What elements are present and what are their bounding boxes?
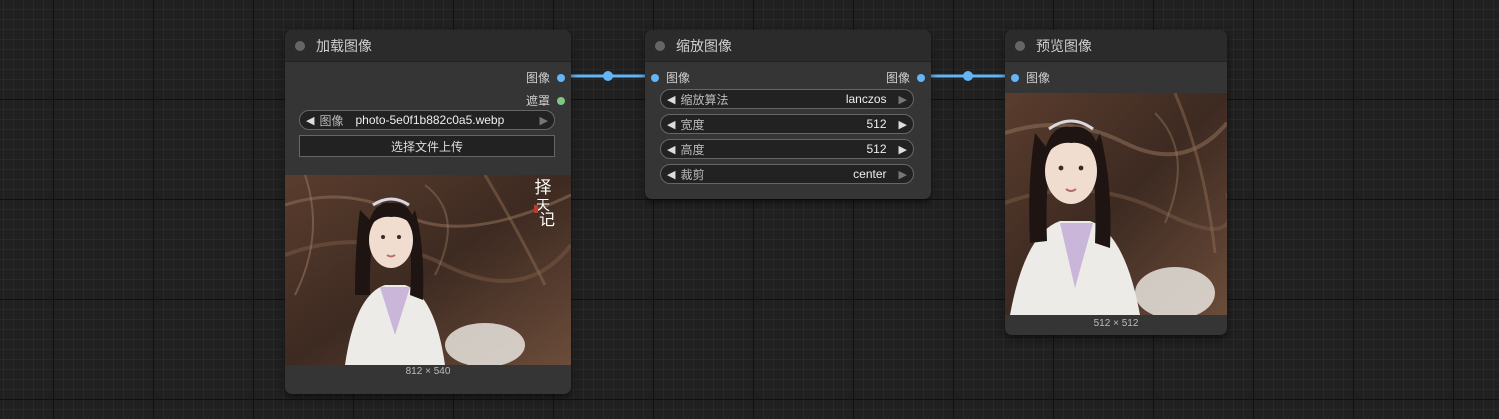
output-socket-image[interactable] (557, 73, 565, 82)
widget-value: photo-5e0f1b882c0a5.webp (355, 113, 505, 127)
link-midpoint-1[interactable] (603, 71, 613, 81)
input-socket-image[interactable] (1011, 73, 1019, 82)
image-size-caption: 812 × 540 (405, 366, 451, 377)
node-header[interactable]: 缩放图像 (645, 30, 931, 62)
loaded-image: 择 天 记 (285, 175, 571, 365)
widget-upscale-method[interactable]: ◀ 缩放算法 lanczos ▶ (660, 89, 914, 109)
output-label-mask: 遮罩 (525, 94, 550, 108)
output-slot-image[interactable]: 图像 (886, 69, 925, 86)
preview-image (1005, 93, 1227, 315)
widget-label: 裁剪 (680, 167, 705, 182)
photo-woman-in-white: 择 天 记 (285, 175, 571, 365)
image-select-widget[interactable]: ◀ 图像 photo-5e0f1b882c0a5.webp ▶ (299, 110, 555, 130)
node-title: 预览图像 (1036, 38, 1092, 55)
load-image-node[interactable]: 加载图像 图像 遮罩 ◀ 图像 photo-5e0f1b882c0a5.webp… (285, 30, 571, 394)
scale-image-node[interactable]: 缩放图像 图像 图像 ◀ 缩放算法 lanczos ▶ ◀ 宽度 512 ▶ ◀… (645, 30, 931, 199)
node-status-dot-icon[interactable] (1015, 40, 1025, 51)
arrow-left-icon[interactable]: ◀ (667, 143, 675, 156)
input-socket-image[interactable] (651, 73, 659, 82)
widget-label: 宽度 (680, 117, 705, 132)
widget-height[interactable]: ◀ 高度 512 ▶ (660, 139, 914, 159)
node-status-dot-icon[interactable] (655, 40, 665, 51)
arrow-left-icon[interactable]: ◀ (667, 118, 675, 131)
widget-crop[interactable]: ◀ 裁剪 center ▶ (660, 164, 914, 184)
preview-size-caption: 512 × 512 (1093, 318, 1139, 329)
arrow-right-icon[interactable]: ▶ (899, 168, 907, 181)
input-slot-image[interactable]: 图像 (1011, 69, 1050, 86)
arrow-left-icon[interactable]: ◀ (306, 114, 314, 127)
output-socket-image[interactable] (917, 73, 925, 82)
input-slot-image[interactable]: 图像 (651, 69, 690, 86)
link-midpoint-2[interactable] (963, 71, 973, 81)
svg-text:记: 记 (539, 210, 555, 229)
output-label-image: 图像 (885, 71, 910, 85)
arrow-right-icon[interactable]: ▶ (899, 93, 907, 106)
widget-label: 图像 (319, 113, 344, 128)
widget-value: lanczos (845, 92, 887, 106)
node-header[interactable]: 加载图像 (285, 30, 571, 62)
arrow-left-icon[interactable]: ◀ (667, 168, 675, 181)
widget-label: 高度 (680, 142, 705, 157)
preview-image-node[interactable]: 预览图像 图像 512 × 512 (1005, 30, 1227, 335)
output-label-image: 图像 (525, 71, 550, 85)
output-slot-image[interactable]: 图像 (526, 69, 565, 86)
widget-value: center (853, 167, 887, 181)
photo-woman-in-white-cropped (1005, 93, 1227, 315)
node-status-dot-icon[interactable] (295, 40, 305, 51)
arrow-right-icon[interactable]: ▶ (899, 143, 907, 156)
drama-logo: 择 (535, 178, 552, 198)
arrow-right-icon[interactable]: ▶ (899, 118, 907, 131)
widget-value: 512 (866, 142, 887, 156)
upload-button[interactable]: 选择文件上传 (299, 135, 555, 157)
widget-width[interactable]: ◀ 宽度 512 ▶ (660, 114, 914, 134)
widget-label: 缩放算法 (680, 92, 729, 107)
output-socket-mask[interactable] (557, 96, 565, 105)
arrow-left-icon[interactable]: ◀ (667, 93, 675, 106)
node-header[interactable]: 预览图像 (1005, 30, 1227, 62)
input-label-image: 图像 (666, 71, 691, 85)
input-label-image: 图像 (1026, 71, 1051, 85)
node-title: 加载图像 (316, 38, 372, 55)
output-slot-mask[interactable]: 遮罩 (526, 92, 565, 109)
arrow-right-icon[interactable]: ▶ (540, 114, 548, 127)
node-title: 缩放图像 (676, 38, 732, 55)
widget-value: 512 (866, 117, 887, 131)
